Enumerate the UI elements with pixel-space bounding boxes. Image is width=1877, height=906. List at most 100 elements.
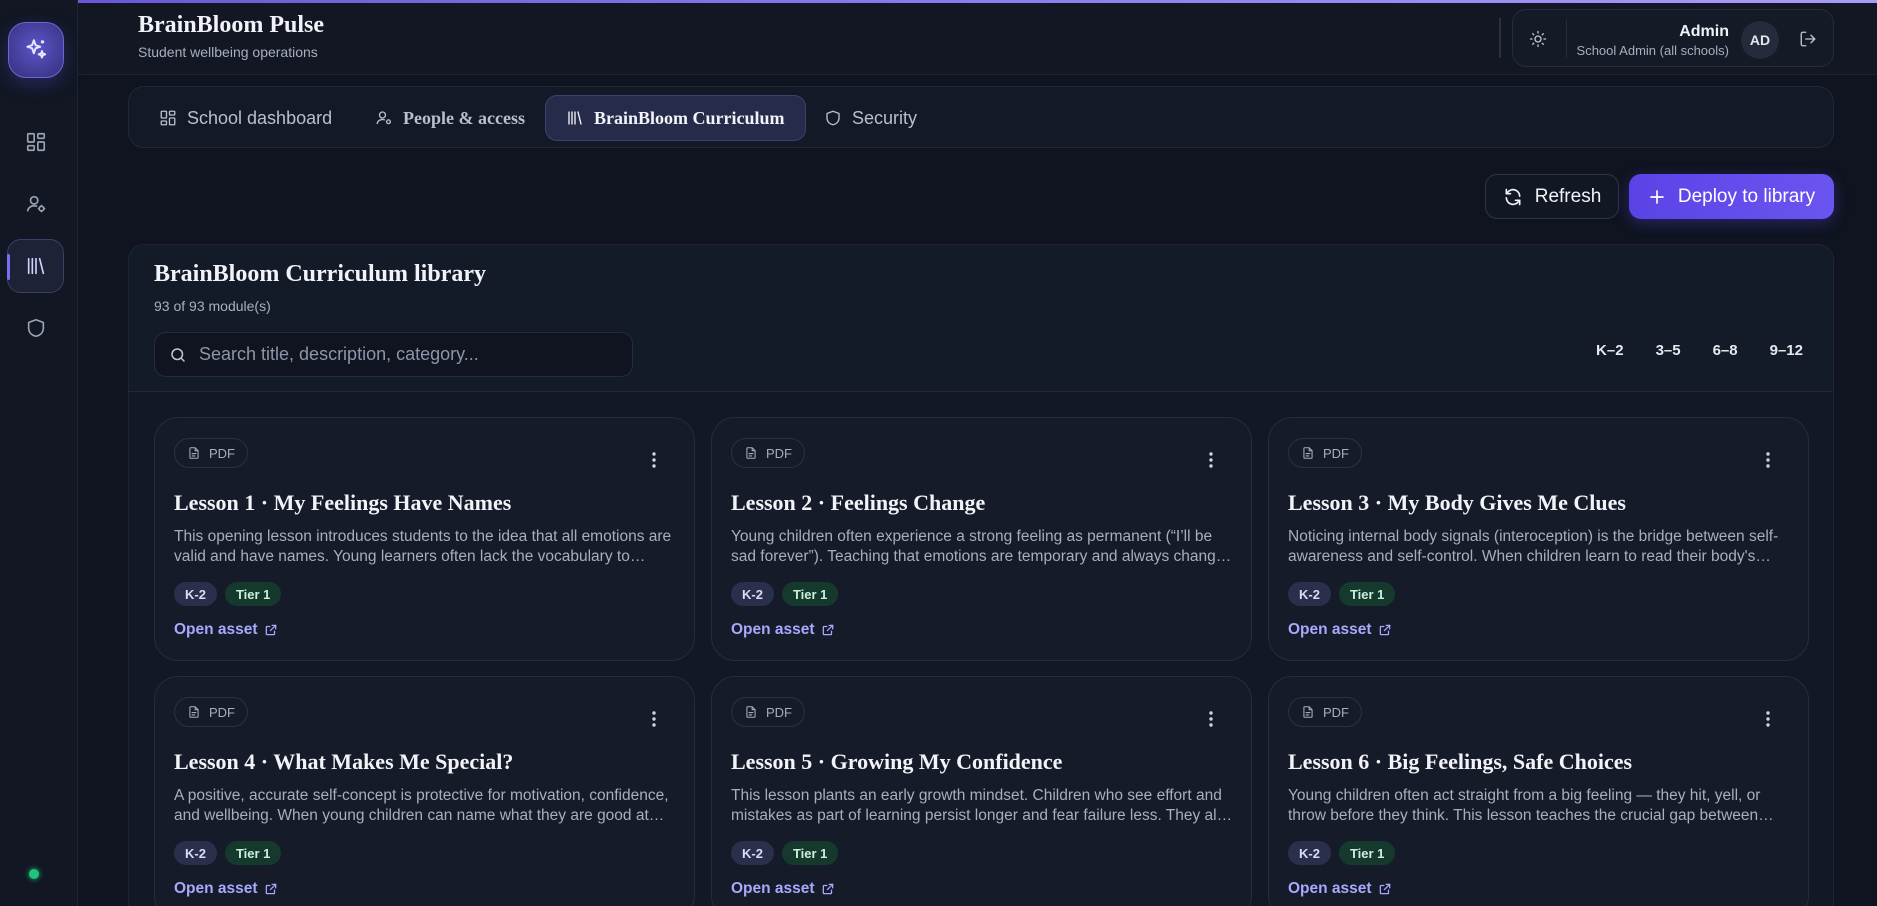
tier-tag: Tier 1 [224,841,282,865]
tab-people-access[interactable]: People & access [355,95,545,141]
sidebar-item-curriculum[interactable] [7,239,64,293]
app-subtitle: Student wellbeing operations [138,44,318,60]
open-asset-link[interactable]: Open asset [731,880,835,898]
card-title: Lesson 4 · What Makes Me Special? [174,749,514,774]
external-link-icon [822,624,833,636]
card-title: Lesson 1 · My Feelings Have Names [174,490,512,515]
file-type-label: PDF [766,704,792,720]
external-link-icon [822,883,833,895]
theme-toggle-button[interactable] [1523,24,1553,54]
tab-label: Security [852,107,918,128]
open-asset-link[interactable]: Open asset [1288,880,1392,898]
search-input[interactable] [199,344,619,365]
open-asset-label: Open asset [174,621,258,638]
card-menu-button[interactable] [1201,448,1221,472]
external-link-icon [265,624,276,636]
card-menu-button[interactable] [644,707,664,731]
library-icon [568,111,582,125]
open-asset-label: Open asset [1288,880,1372,897]
open-asset-link[interactable]: Open asset [174,621,278,639]
lesson-card[interactable]: PDF Lesson 6 · Big Feelings, Safe Choice… [1268,676,1809,906]
open-asset-link[interactable]: Open asset [174,880,278,898]
tab-label: BrainBloom Curriculum [594,107,785,128]
file-type-badge: PDF [1288,438,1362,468]
grade-filter-6-8[interactable]: 6–8 [1713,342,1738,359]
lesson-card[interactable]: PDF Lesson 1 · My Feelings Have Names Th… [154,417,695,661]
file-type-label: PDF [766,445,792,461]
lesson-card[interactable]: PDF Lesson 3 · My Body Gives Me Clues No… [1268,417,1809,661]
tab-school-dashboard[interactable]: School dashboard [139,95,352,141]
card-title: Lesson 5 · Growing My Confidence [731,749,1063,774]
user-name: Admin [1679,23,1729,40]
app-title: BrainBloom Pulse [138,12,325,38]
card-title: Lesson 6 · Big Feelings, Safe Choices [1288,749,1633,774]
card-description: A positive, accurate self-concept is pro… [174,787,669,824]
tier-tag: Tier 1 [1338,841,1396,865]
logout-icon [1800,31,1816,47]
card-menu-button[interactable] [644,448,664,472]
grade-tag: K-2 [731,582,774,606]
tier-tag: Tier 1 [781,841,839,865]
more-vertical-icon [1209,452,1213,468]
grade-filter-k2[interactable]: K–2 [1596,342,1624,359]
open-asset-label: Open asset [174,880,258,897]
user-gear-icon [376,111,392,125]
external-link-icon [1379,624,1390,636]
more-vertical-icon [652,711,656,727]
search-box [154,332,633,377]
logout-button[interactable] [1793,24,1823,54]
shield-icon [27,318,44,338]
grade-filter-group: K–2 3–5 6–8 9–12 [1596,342,1803,359]
card-title: Lesson 2 · Feelings Change [731,490,986,515]
refresh-button[interactable]: Refresh [1485,174,1619,219]
deploy-to-library-button[interactable]: Deploy to library [1629,174,1834,219]
card-description: This opening lesson introduces students … [174,528,672,565]
open-asset-label: Open asset [1288,621,1372,638]
online-status-dot [29,869,39,879]
app-header: BrainBloom Pulse Student wellbeing opera… [78,3,1877,75]
library-header: BrainBloom Curriculum library 93 of 93 m… [129,245,1833,392]
more-vertical-icon [652,452,656,468]
sidebar-item-dashboard[interactable] [7,115,64,169]
card-description: Noticing internal body signals (interoce… [1288,528,1779,565]
grade-tag: K-2 [1288,582,1331,606]
card-menu-button[interactable] [1758,707,1778,731]
tab-security[interactable]: Security [804,95,937,141]
document-icon [1303,706,1313,718]
module-count: 93 of 93 module(s) [154,298,271,314]
deploy-label: Deploy to library [1677,185,1816,207]
user-gear-icon [26,195,45,213]
tab-label: School dashboard [187,107,333,128]
file-type-label: PDF [209,704,235,720]
refresh-icon [1505,188,1521,205]
lesson-card[interactable]: PDF Lesson 4 · What Makes Me Special? A … [154,676,695,906]
card-tags: K-2 Tier 1 [1288,582,1396,606]
card-menu-button[interactable] [1201,707,1221,731]
grade-filter-9-12[interactable]: 9–12 [1770,342,1803,359]
grade-filter-3-5[interactable]: 3–5 [1656,342,1681,359]
plus-icon [1650,189,1664,204]
document-icon [1303,447,1313,459]
grade-tag: K-2 [1288,841,1331,865]
more-vertical-icon [1766,452,1770,468]
sidebar-item-people[interactable] [7,177,64,231]
lesson-card[interactable]: PDF Lesson 2 · Feelings Change Young chi… [711,417,1252,661]
avatar[interactable]: AD [1741,21,1779,59]
card-tags: K-2 Tier 1 [731,582,839,606]
document-icon [189,706,199,718]
open-asset-link[interactable]: Open asset [1288,621,1392,639]
lesson-card[interactable]: PDF Lesson 5 · Growing My Confidence Thi… [711,676,1252,906]
grid-icon [26,132,45,152]
card-menu-button[interactable] [1758,448,1778,472]
more-vertical-icon [1766,711,1770,727]
file-type-badge: PDF [1288,697,1362,727]
file-type-badge: PDF [174,438,248,468]
refresh-label: Refresh [1534,185,1602,207]
open-asset-link[interactable]: Open asset [731,621,835,639]
sidebar-item-security[interactable] [7,301,64,355]
user-card: Admin School Admin (all schools) AD [1512,9,1834,67]
library-icon [27,257,44,275]
tab-curriculum[interactable]: BrainBloom Curriculum [545,95,806,141]
app-logo[interactable] [8,22,64,78]
card-title: Lesson 3 · My Body Gives Me Clues [1288,490,1626,515]
